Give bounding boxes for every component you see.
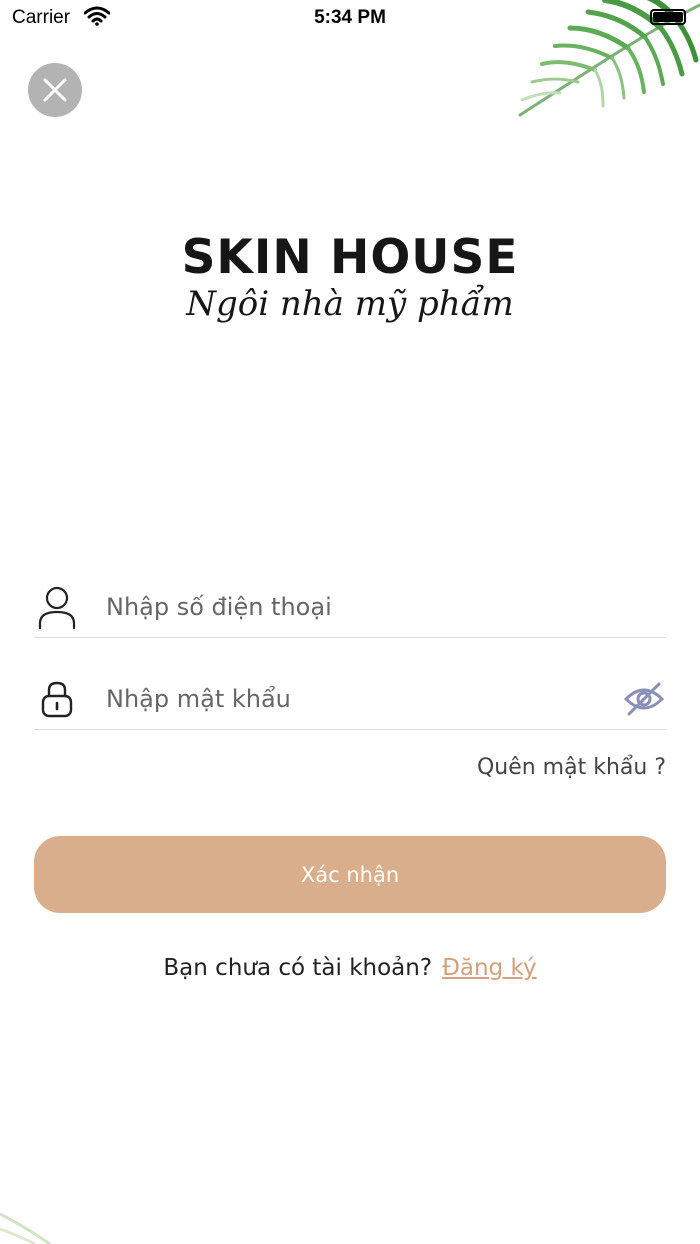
logo-subtitle: Ngôi nhà mỹ phẩm — [186, 284, 514, 324]
signup-link[interactable]: Đăng ký — [442, 955, 537, 981]
signup-prompt: Bạn chưa có tài khoản? — [163, 955, 433, 981]
forgot-password-link[interactable]: Quên mật khẩu ? — [477, 755, 666, 780]
brand-logo: SKIN HOUSE Ngôi nhà mỹ phẩm — [0, 228, 700, 326]
logo-title: SKIN HOUSE — [181, 230, 519, 285]
lock-icon — [34, 676, 80, 722]
eye-off-icon[interactable] — [622, 677, 666, 721]
password-field — [34, 668, 666, 730]
close-button[interactable] — [28, 63, 82, 117]
close-icon — [43, 78, 67, 102]
clock: 5:34 PM — [314, 7, 386, 28]
palm-leaf-decoration-bottom — [0, 1212, 51, 1244]
phone-input[interactable] — [106, 592, 666, 621]
battery-icon — [650, 9, 686, 25]
submit-button[interactable]: Xác nhận — [34, 836, 666, 913]
password-input[interactable] — [106, 684, 622, 713]
phone-field — [34, 576, 666, 638]
login-screen: Carrier 5:34 PM SKIN HOUSE Ngôi nhà mỹ p… — [0, 0, 700, 1244]
user-icon — [34, 584, 80, 630]
status-bar: Carrier 5:34 PM — [0, 0, 700, 36]
signup-row: Bạn chưa có tài khoản? Đăng ký — [0, 955, 700, 981]
